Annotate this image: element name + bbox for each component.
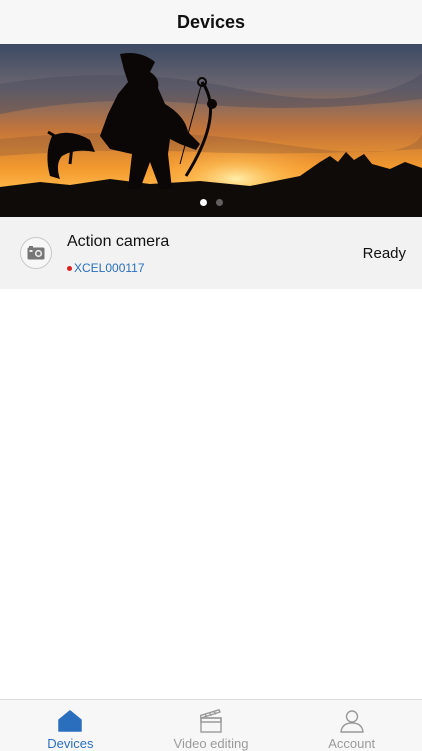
clapperboard-icon	[200, 708, 222, 733]
tab-bar: Devices Video editing Account	[0, 699, 422, 751]
banner-image	[0, 44, 422, 217]
device-list-item[interactable]: Action camera XCEL000117 Ready	[0, 217, 422, 289]
device-name: Action camera	[67, 233, 170, 250]
home-icon	[58, 708, 83, 733]
connection-status-dot	[67, 265, 72, 271]
carousel-dot-2[interactable]	[215, 199, 223, 206]
person-icon	[339, 708, 364, 733]
tab-video-editing-label: Video editing	[173, 736, 249, 751]
device-status: Ready	[362, 245, 406, 262]
tab-account-label: Account	[328, 736, 376, 751]
navigation-bar: Devices	[0, 0, 422, 44]
carousel-pagination[interactable]	[0, 199, 422, 206]
tab-video-editing[interactable]: Video editing	[141, 700, 282, 751]
carousel-dot-1[interactable]	[199, 199, 207, 206]
device-id-row: XCEL000117	[67, 261, 145, 275]
page-title: Devices	[176, 11, 246, 32]
tab-devices[interactable]: Devices	[0, 700, 141, 751]
action-camera-icon	[20, 237, 52, 269]
banner-carousel[interactable]	[0, 44, 422, 217]
device-serial: XCEL000117	[74, 261, 145, 275]
tab-devices-label: Devices	[47, 736, 94, 751]
tab-account[interactable]: Account	[281, 700, 422, 751]
